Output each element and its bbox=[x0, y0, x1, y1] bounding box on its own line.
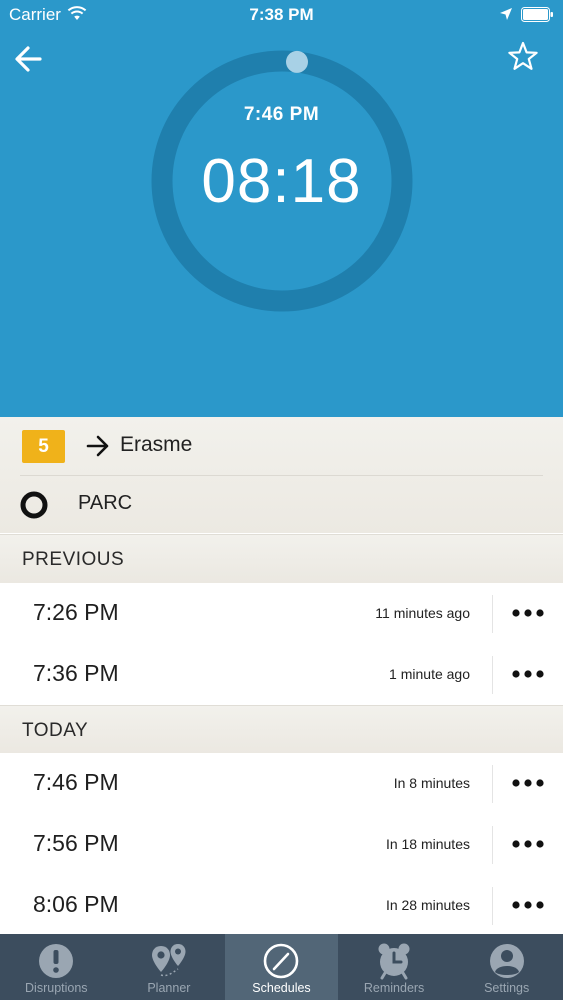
tab-label: Schedules bbox=[252, 981, 311, 995]
tab-label: Planner bbox=[147, 981, 191, 995]
divider bbox=[492, 595, 493, 633]
divider bbox=[492, 656, 493, 694]
departure-time: 8:06 PM bbox=[33, 891, 119, 917]
tab-label: Disruptions bbox=[25, 981, 88, 995]
relative-time: 11 minutes ago bbox=[375, 605, 470, 621]
tab-label: Settings bbox=[484, 981, 530, 995]
alert-icon bbox=[39, 944, 74, 978]
tab-disruptions[interactable]: Disruptions bbox=[0, 934, 113, 1000]
divider bbox=[492, 765, 493, 803]
stop-name: PARC bbox=[78, 492, 133, 514]
section-title: TODAY bbox=[22, 720, 89, 741]
tab-schedules[interactable]: Schedules bbox=[225, 934, 338, 1000]
user-icon bbox=[489, 944, 524, 978]
relative-time: In 8 minutes bbox=[393, 775, 470, 791]
tab-settings[interactable]: Settings bbox=[450, 934, 563, 1000]
section-title: PREVIOUS bbox=[22, 549, 125, 570]
departure-time: 7:56 PM bbox=[33, 830, 119, 856]
departure-time: 7:46 PM bbox=[33, 769, 119, 795]
status-time: 7:38 PM bbox=[249, 5, 314, 24]
schedule-row[interactable]: 7:46 PM In 8 minutes bbox=[0, 753, 563, 815]
tab-label: Reminders bbox=[363, 981, 425, 995]
arrow-left-icon bbox=[15, 46, 42, 72]
more-options-icon[interactable] bbox=[510, 775, 546, 791]
map-pin-icon bbox=[151, 944, 186, 977]
relative-time: In 28 minutes bbox=[385, 897, 470, 913]
schedule-row[interactable]: 7:56 PM In 18 minutes bbox=[0, 814, 563, 876]
departure-time: 7:36 PM bbox=[33, 660, 119, 686]
departure-time: 7:46 PM bbox=[243, 104, 320, 125]
relative-time: In 18 minutes bbox=[385, 836, 470, 852]
divider bbox=[492, 826, 493, 864]
schedule-row[interactable]: 7:26 PM 11 minutes ago bbox=[0, 583, 563, 645]
more-options-icon[interactable] bbox=[510, 605, 546, 621]
section-header-previous: PREVIOUS bbox=[0, 534, 563, 583]
favorite-button[interactable] bbox=[506, 40, 540, 74]
tab-reminders[interactable]: Reminders bbox=[338, 934, 451, 1000]
progress-indicator bbox=[286, 50, 308, 73]
battery-icon bbox=[521, 7, 553, 22]
alarm-clock-icon bbox=[378, 943, 410, 980]
relative-time: 1 minute ago bbox=[389, 666, 470, 682]
location-icon bbox=[500, 8, 512, 20]
countdown-timer: 08:18 bbox=[201, 147, 362, 216]
tab-bar: Disruptions Planner Schedules Reminders bbox=[0, 934, 563, 1000]
departure-time: 7:26 PM bbox=[33, 599, 119, 625]
status-bar: Carrier 7:38 PM bbox=[0, 0, 563, 30]
schedule-row[interactable]: 8:06 PM In 28 minutes bbox=[0, 875, 563, 937]
star-icon bbox=[508, 41, 538, 70]
schedule-row[interactable]: 7:36 PM 1 minute ago bbox=[0, 644, 563, 706]
countdown-header: Carrier 7:38 PM 7:46 PM 08:18 bbox=[0, 0, 563, 417]
tab-planner[interactable]: Planner bbox=[113, 934, 226, 1000]
clock-dial-icon bbox=[264, 943, 299, 979]
divider bbox=[492, 887, 493, 925]
arrow-right-icon bbox=[86, 435, 109, 457]
destination-name: Erasme bbox=[120, 433, 193, 456]
more-options-icon[interactable] bbox=[510, 666, 546, 682]
stop-circle-icon bbox=[20, 491, 48, 519]
more-options-icon[interactable] bbox=[510, 836, 546, 852]
section-header-today: TODAY bbox=[0, 705, 563, 754]
back-button[interactable] bbox=[12, 42, 46, 76]
divider bbox=[20, 475, 543, 476]
line-badge[interactable]: 5 bbox=[22, 430, 65, 463]
more-options-icon[interactable] bbox=[510, 897, 546, 913]
route-info: 5 Erasme PARC bbox=[0, 417, 563, 533]
